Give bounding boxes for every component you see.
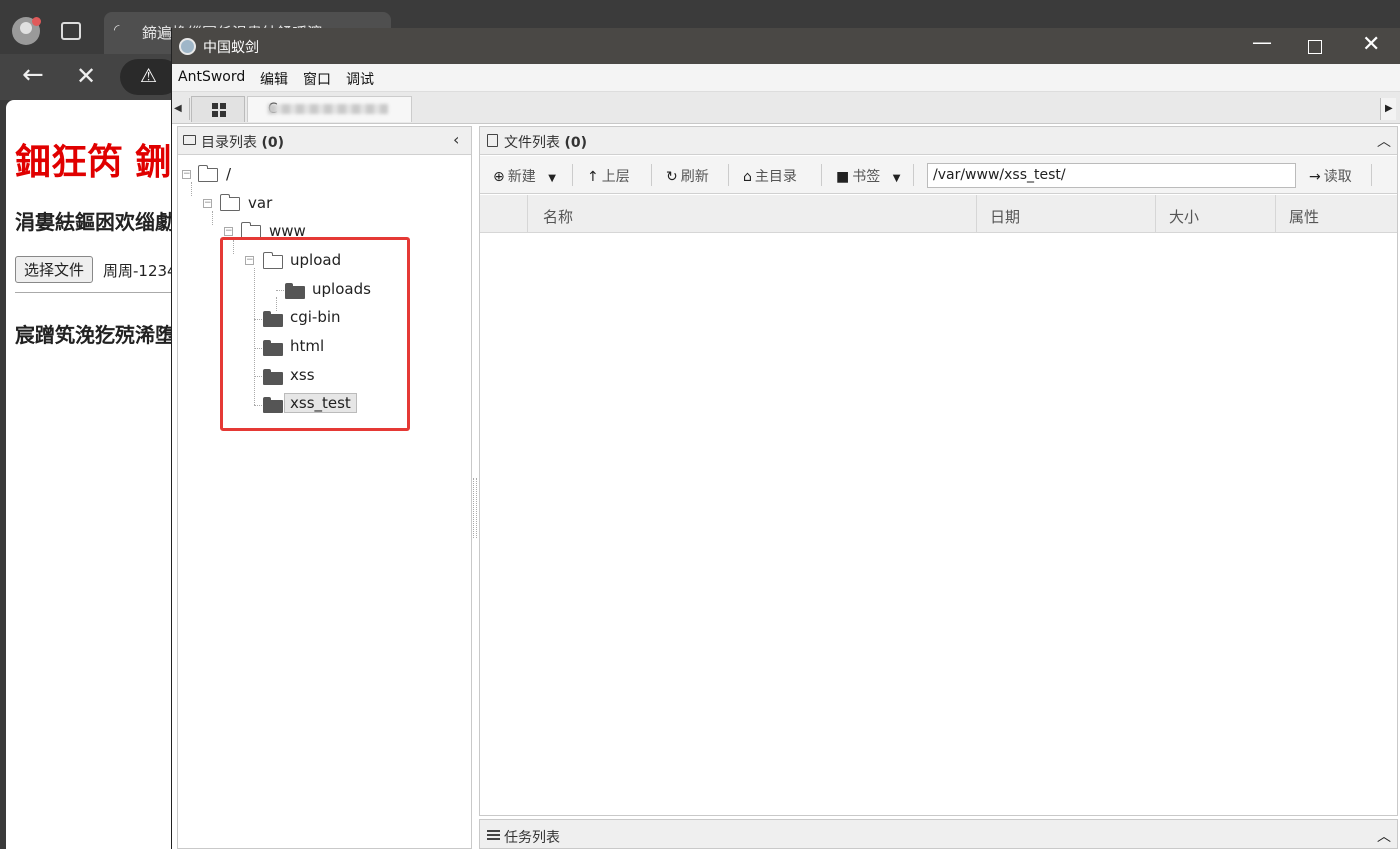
bookmark-button[interactable]: ■ 书签 ▼ [836, 166, 903, 186]
choose-file-button[interactable]: 选择文件 [15, 256, 94, 283]
scroll-right-icon[interactable]: ▶ [1380, 98, 1396, 120]
page-subheading: 涓婁紶鏂囦欢缁勮 [15, 210, 171, 234]
expand-up-icon[interactable]: ︿ [1377, 826, 1391, 846]
caret-down-icon: ▼ [548, 173, 556, 184]
task-panel: 任务列表 ︿ [479, 819, 1398, 849]
page-heading-3: 宸蹭笂浼犵殑浠堕 [15, 323, 171, 347]
blurred-shell-address [268, 104, 388, 114]
separator [651, 164, 652, 186]
caret-down-icon: ▼ [892, 173, 901, 184]
path-input[interactable]: /var/www/xss_test/ [927, 163, 1296, 188]
tab-home[interactable] [191, 96, 245, 122]
directory-panel: 目录列表 (0) ‹ − / − var − www − upload uplo… [177, 126, 472, 849]
tree-label: var [248, 194, 273, 212]
menu-debug[interactable]: 调试 [346, 69, 374, 89]
new-button[interactable]: ⊕ 新建 ▼ [493, 166, 559, 186]
arrow-right-icon: → [1309, 169, 1321, 185]
up-level-button[interactable]: ↑ 上层 [587, 166, 630, 186]
collapse-up-icon[interactable]: ︿ [1377, 131, 1391, 151]
column-size[interactable]: 大小 [1155, 195, 1275, 233]
menu-window[interactable]: 窗口 [303, 69, 331, 89]
panel-resize-handle[interactable] [473, 478, 477, 538]
task-list-icon [487, 830, 500, 840]
antsword-logo-icon [179, 38, 196, 55]
column-checkbox[interactable] [480, 195, 527, 233]
menu-antsword[interactable]: AntSword [178, 69, 245, 85]
scroll-left-icon[interactable]: ◀ [174, 98, 190, 120]
file-panel: 文件列表 (0) ︿ ⊕ 新建 ▼ ↑ 上层 ↻ 刷新 ⌂ 主目录 ■ 书签 ▼ /var… [479, 126, 1398, 816]
file-panel-title: 文件列表 [504, 135, 560, 151]
tree-label: / [226, 165, 232, 183]
window-title: 中国蚁剑 [203, 40, 259, 56]
highlight-annotation-box [220, 237, 410, 431]
menu-bar: AntSword 编辑 窗口 调试 [172, 64, 1400, 92]
separator [913, 164, 914, 186]
home-icon: ⌂ [743, 169, 752, 185]
grid-icon [212, 103, 226, 117]
minimize-icon[interactable]: — [1252, 30, 1272, 54]
page-viewport: 鈿狂笍 鉶 涓婁紶鏂囦欢缁勮 选择文件 周周-1234 宸蹭笂浼犵殑浠堕 [0, 0, 171, 849]
folder-outline-icon [183, 135, 196, 145]
task-panel-title: 任务列表 [504, 830, 560, 846]
shell-tab-bar: ◀ C ▶ [172, 92, 1400, 124]
refresh-icon: ↻ [666, 169, 678, 185]
column-date[interactable]: 日期 [976, 195, 1155, 233]
tree-node-root[interactable]: − / [178, 165, 278, 187]
divider [15, 292, 171, 293]
home-dir-button[interactable]: ⌂ 主目录 [743, 166, 797, 186]
separator [821, 164, 822, 186]
plus-circle-icon: ⊕ [493, 169, 505, 185]
directory-count: (0) [261, 135, 284, 151]
separator [1371, 164, 1372, 186]
close-icon[interactable]: ✕ [1362, 32, 1380, 57]
collapse-toggle-icon[interactable]: − [182, 170, 191, 179]
chosen-file-name: 周周-1234 [103, 262, 171, 280]
read-button[interactable]: → 读取 [1309, 166, 1352, 186]
window-titlebar[interactable]: 中国蚁剑 — ✕ [172, 28, 1400, 64]
folder-open-icon [198, 165, 218, 182]
file-panel-header: 文件列表 (0) ︿ [480, 127, 1397, 155]
separator [728, 164, 729, 186]
file-count: (0) [564, 135, 587, 151]
menu-edit[interactable]: 编辑 [260, 69, 288, 89]
tree-node-var[interactable]: − var [178, 194, 298, 216]
file-icon [487, 134, 498, 147]
arrow-up-icon: ↑ [587, 169, 599, 185]
antsword-window: 中国蚁剑 — ✕ AntSword 编辑 窗口 调试 ◀ C ▶ 目录列表 (0… [171, 28, 1400, 849]
column-name[interactable]: 名称 [527, 195, 976, 233]
file-toolbar: ⊕ 新建 ▼ ↑ 上层 ↻ 刷新 ⌂ 主目录 ■ 书签 ▼ /var/www/xss_te… [480, 156, 1397, 194]
directory-panel-title: 目录列表 [201, 135, 257, 151]
maximize-icon[interactable] [1308, 40, 1322, 54]
page-heading: 鈿狂笍 鉶 [15, 142, 171, 183]
file-grid-header: 名称 日期 大小 属性 [480, 195, 1397, 233]
refresh-button[interactable]: ↻ 刷新 [666, 166, 709, 186]
column-attributes[interactable]: 属性 [1275, 195, 1397, 233]
separator [572, 164, 573, 186]
folder-open-icon [220, 194, 240, 211]
collapse-toggle-icon[interactable]: − [224, 227, 233, 236]
collapse-left-icon[interactable]: ‹ [453, 130, 459, 149]
bookmark-icon: ■ [836, 169, 850, 185]
tab-shell[interactable]: C [247, 96, 412, 122]
collapse-toggle-icon[interactable]: − [203, 199, 212, 208]
directory-panel-header: 目录列表 (0) ‹ [178, 127, 471, 155]
